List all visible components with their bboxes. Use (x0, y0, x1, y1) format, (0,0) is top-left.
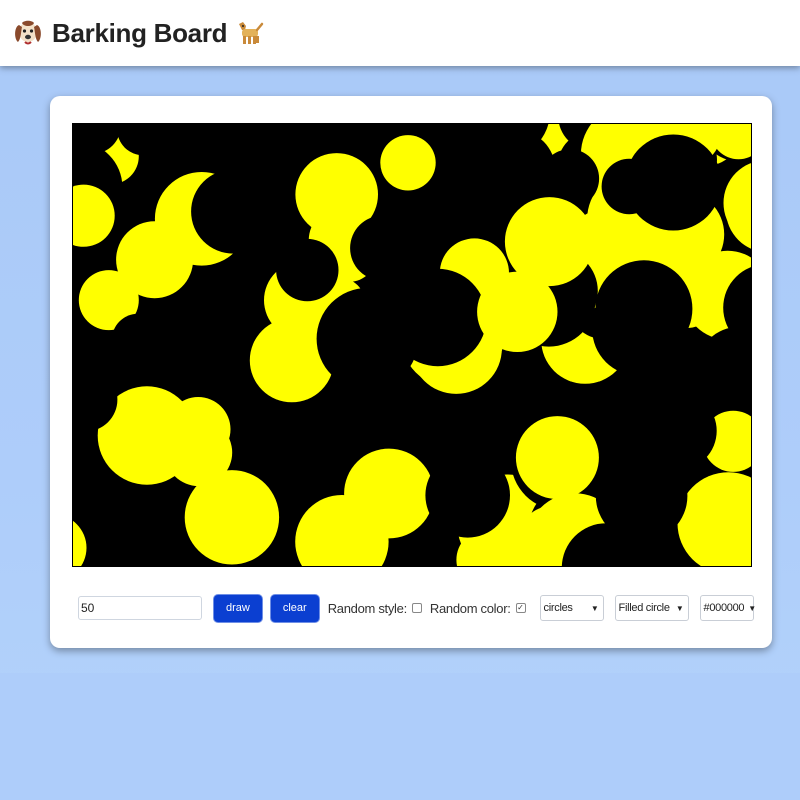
drawn-circle (165, 397, 231, 462)
drawn-circle (191, 169, 276, 254)
page-background-band (0, 673, 800, 800)
controls-bar: draw clear Random style: Random color: ✓… (78, 593, 768, 623)
draw-button[interactable]: draw (214, 594, 262, 622)
clear-button[interactable]: clear (270, 594, 319, 622)
drawn-circle (111, 313, 165, 366)
count-input[interactable] (78, 596, 202, 620)
dog-icon (235, 18, 265, 48)
chevron-down-icon: ▼ (748, 603, 756, 613)
fill-style-select[interactable]: Filled circle ▼ (614, 595, 689, 621)
drawn-circle (116, 221, 194, 299)
chevron-down-icon: ▼ (590, 603, 599, 613)
drawn-circle (504, 197, 594, 287)
drawn-circle (425, 453, 511, 538)
drawn-circle (350, 215, 416, 281)
drawn-circle (276, 238, 339, 302)
drawn-circle (595, 450, 688, 542)
drawn-circle (389, 268, 487, 367)
random-color-checkbox[interactable]: ✓ (515, 603, 526, 613)
board-card: draw clear Random style: Random color: ✓… (50, 96, 772, 648)
chevron-down-icon: ▼ (675, 603, 684, 613)
drawn-circle (380, 135, 436, 191)
drawn-circle (515, 416, 599, 500)
random-style-label: Random style: (327, 600, 408, 616)
random-color-label: Random color: (429, 600, 511, 616)
dog-face-icon (12, 17, 44, 49)
app-header: Barking Board (0, 0, 800, 66)
shape-select-value: circles (543, 602, 573, 614)
shape-select[interactable]: circles ▼ (539, 595, 604, 621)
app-title: Barking Board (52, 17, 228, 48)
drawing-canvas[interactable] (72, 123, 752, 567)
fill-style-select-value: Filled circle (618, 602, 670, 614)
title-group: Barking Board (12, 17, 265, 49)
canvas-drawing (73, 124, 751, 566)
color-select[interactable]: #000000 ▼ (699, 595, 756, 621)
drawn-circle (592, 282, 686, 376)
drawn-circle (184, 470, 280, 565)
color-select-value: #000000 (703, 602, 745, 614)
drawn-circle (625, 134, 722, 231)
random-style-checkbox[interactable] (411, 603, 422, 613)
